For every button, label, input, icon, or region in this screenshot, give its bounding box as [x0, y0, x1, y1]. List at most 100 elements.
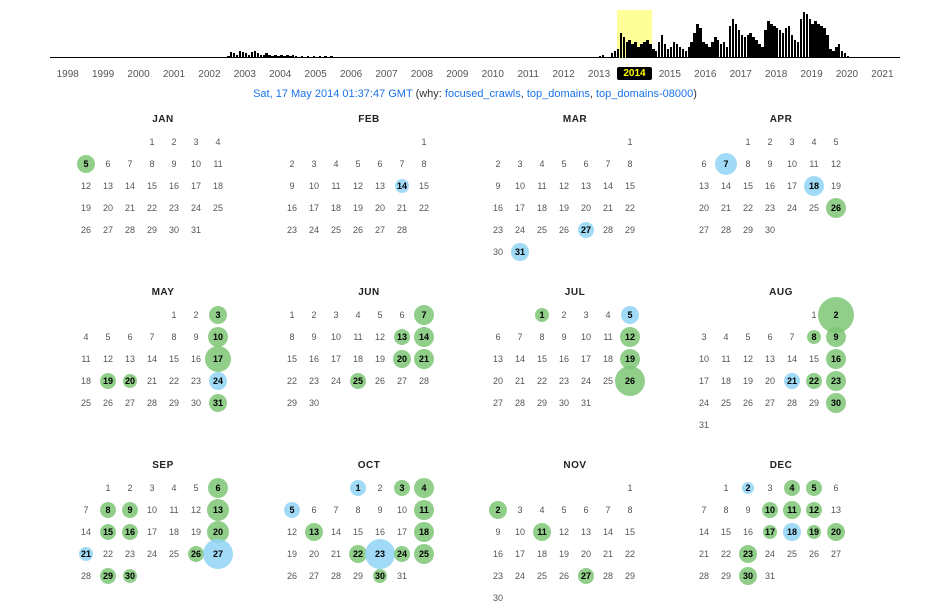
- year-axis-label[interactable]: 2005: [298, 67, 333, 80]
- day-cell[interactable]: 3: [303, 153, 325, 175]
- day-cell[interactable]: 28: [141, 392, 163, 414]
- day-cell[interactable]: 26: [553, 219, 575, 241]
- day-cell[interactable]: 5: [369, 304, 391, 326]
- day-cell[interactable]: 11: [781, 499, 803, 521]
- day-cell[interactable]: 29: [737, 219, 759, 241]
- day-cell[interactable]: 30: [737, 565, 759, 587]
- year-axis-label[interactable]: 2015: [652, 67, 687, 80]
- day-cell[interactable]: 4: [803, 131, 825, 153]
- day-cell[interactable]: 6: [303, 499, 325, 521]
- day-cell[interactable]: 25: [413, 543, 435, 565]
- day-cell[interactable]: 7: [509, 326, 531, 348]
- day-cell[interactable]: 6: [207, 477, 229, 499]
- day-cell[interactable]: 8: [803, 326, 825, 348]
- day-cell[interactable]: 22: [141, 197, 163, 219]
- day-cell[interactable]: 14: [141, 348, 163, 370]
- day-cell[interactable]: 28: [597, 219, 619, 241]
- day-cell[interactable]: 17: [141, 521, 163, 543]
- day-cell[interactable]: 22: [737, 197, 759, 219]
- day-cell[interactable]: 16: [163, 175, 185, 197]
- day-cell[interactable]: 7: [119, 153, 141, 175]
- day-cell[interactable]: 6: [575, 499, 597, 521]
- day-cell[interactable]: 29: [619, 565, 641, 587]
- day-cell[interactable]: 23: [737, 543, 759, 565]
- day-cell[interactable]: 26: [553, 565, 575, 587]
- day-cell[interactable]: 19: [97, 370, 119, 392]
- day-cell[interactable]: 14: [75, 521, 97, 543]
- day-cell[interactable]: 24: [575, 370, 597, 392]
- day-cell[interactable]: 2: [737, 477, 759, 499]
- day-cell[interactable]: 10: [141, 499, 163, 521]
- day-cell[interactable]: 28: [715, 219, 737, 241]
- day-cell[interactable]: 3: [575, 304, 597, 326]
- day-cell[interactable]: 20: [391, 348, 413, 370]
- day-cell[interactable]: 3: [509, 153, 531, 175]
- day-cell[interactable]: 21: [509, 370, 531, 392]
- day-cell[interactable]: 24: [509, 219, 531, 241]
- year-axis-label[interactable]: 2021: [865, 67, 900, 80]
- day-cell[interactable]: 1: [347, 477, 369, 499]
- day-cell[interactable]: 25: [325, 219, 347, 241]
- day-cell[interactable]: 11: [803, 153, 825, 175]
- day-cell[interactable]: 19: [281, 543, 303, 565]
- day-cell[interactable]: 8: [97, 499, 119, 521]
- day-cell[interactable]: 13: [391, 326, 413, 348]
- day-cell[interactable]: 1: [715, 477, 737, 499]
- day-cell[interactable]: 29: [141, 219, 163, 241]
- day-cell[interactable]: 3: [325, 304, 347, 326]
- day-cell[interactable]: 18: [531, 197, 553, 219]
- day-cell[interactable]: 11: [207, 153, 229, 175]
- day-cell[interactable]: 10: [303, 175, 325, 197]
- day-cell[interactable]: 17: [781, 175, 803, 197]
- day-cell[interactable]: 7: [325, 499, 347, 521]
- day-cell[interactable]: 5: [97, 326, 119, 348]
- day-cell[interactable]: 21: [693, 543, 715, 565]
- day-cell[interactable]: 28: [75, 565, 97, 587]
- day-cell[interactable]: 7: [413, 304, 435, 326]
- day-cell[interactable]: 28: [781, 392, 803, 414]
- day-cell[interactable]: 27: [97, 219, 119, 241]
- day-cell[interactable]: 1: [619, 131, 641, 153]
- day-cell[interactable]: 8: [281, 326, 303, 348]
- day-cell[interactable]: 3: [693, 326, 715, 348]
- day-cell[interactable]: 30: [369, 565, 391, 587]
- why-link[interactable]: top_domains: [527, 88, 590, 100]
- day-cell[interactable]: 9: [303, 326, 325, 348]
- day-cell[interactable]: 21: [413, 348, 435, 370]
- day-cell[interactable]: 29: [531, 392, 553, 414]
- day-cell[interactable]: 24: [759, 543, 781, 565]
- day-cell[interactable]: 1: [737, 131, 759, 153]
- day-cell[interactable]: 18: [163, 521, 185, 543]
- day-cell[interactable]: 21: [597, 197, 619, 219]
- day-cell[interactable]: 23: [281, 219, 303, 241]
- day-cell[interactable]: 25: [715, 392, 737, 414]
- day-cell[interactable]: 22: [715, 543, 737, 565]
- day-cell[interactable]: 23: [185, 370, 207, 392]
- day-cell[interactable]: 18: [803, 175, 825, 197]
- day-cell[interactable]: 23: [369, 543, 391, 565]
- day-cell[interactable]: 15: [803, 348, 825, 370]
- day-cell[interactable]: 6: [391, 304, 413, 326]
- day-cell[interactable]: 21: [75, 543, 97, 565]
- day-cell[interactable]: 5: [281, 499, 303, 521]
- year-axis-label[interactable]: 2016: [688, 67, 723, 80]
- timeline-bar[interactable]: [847, 56, 849, 58]
- day-cell[interactable]: 6: [97, 153, 119, 175]
- day-cell[interactable]: 7: [597, 499, 619, 521]
- day-cell[interactable]: 30: [553, 392, 575, 414]
- day-cell[interactable]: 28: [597, 565, 619, 587]
- year-axis-label[interactable]: 2019: [794, 67, 829, 80]
- day-cell[interactable]: 10: [759, 499, 781, 521]
- day-cell[interactable]: 16: [487, 197, 509, 219]
- day-cell[interactable]: 25: [531, 565, 553, 587]
- day-cell[interactable]: 3: [781, 131, 803, 153]
- day-cell[interactable]: 17: [207, 348, 229, 370]
- day-cell[interactable]: 5: [553, 499, 575, 521]
- day-cell[interactable]: 21: [141, 370, 163, 392]
- day-cell[interactable]: 10: [325, 326, 347, 348]
- day-cell[interactable]: 20: [575, 543, 597, 565]
- day-cell[interactable]: 19: [553, 543, 575, 565]
- day-cell[interactable]: 10: [207, 326, 229, 348]
- year-axis-label[interactable]: 2000: [121, 67, 156, 80]
- day-cell[interactable]: 22: [97, 543, 119, 565]
